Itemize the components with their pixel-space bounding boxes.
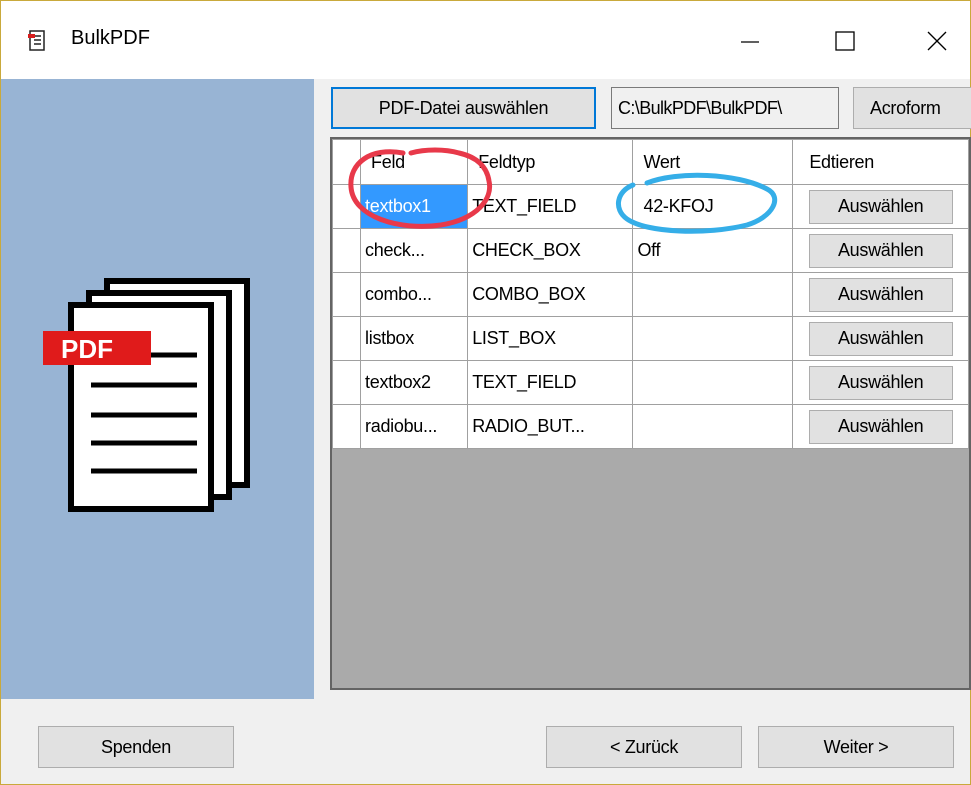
select-button[interactable]: Auswählen: [808, 321, 953, 356]
row-header[interactable]: [332, 272, 362, 317]
cell-feld[interactable]: radiobu...: [360, 404, 469, 449]
cell-feld[interactable]: textbox1: [360, 184, 469, 229]
column-header-edtieren[interactable]: Edtieren: [792, 139, 969, 185]
row-header-corner: [332, 139, 362, 185]
cell-edit: Auswählen: [792, 316, 969, 361]
cell-feldtyp[interactable]: COMBO_BOX: [467, 272, 634, 317]
select-button[interactable]: Auswählen: [808, 365, 953, 400]
title-bar: BulkPDF: [1, 1, 970, 79]
maximize-icon: [835, 31, 855, 51]
cell-feld[interactable]: listbox: [360, 316, 469, 361]
next-button[interactable]: Weiter >: [758, 726, 954, 768]
select-button[interactable]: Auswählen: [808, 189, 953, 224]
cell-feldtyp[interactable]: TEXT_FIELD: [467, 360, 634, 405]
cell-feldtyp[interactable]: LIST_BOX: [467, 316, 634, 361]
donate-button[interactable]: Spenden: [38, 726, 234, 768]
bulkpdf-window: BulkPDF PDF PDF-Datei auswählen C:\BulkP…: [0, 0, 971, 785]
back-button[interactable]: < Zurück: [546, 726, 742, 768]
cell-edit: Auswählen: [792, 228, 969, 273]
select-button[interactable]: Auswählen: [808, 409, 953, 444]
cell-edit: Auswählen: [792, 360, 969, 405]
cell-wert[interactable]: [632, 404, 794, 449]
fields-table: Feld Feldtyp Wert Edtieren textbox1 TEXT…: [332, 139, 969, 449]
row-header[interactable]: [332, 184, 362, 229]
cell-feldtyp[interactable]: TEXT_FIELD: [467, 184, 634, 229]
table-row[interactable]: listbox LIST_BOX Auswählen: [332, 316, 969, 361]
row-header[interactable]: [332, 316, 362, 361]
table-row[interactable]: textbox1 TEXT_FIELD 42-KFOJ Auswählen: [332, 184, 969, 229]
row-header[interactable]: [332, 360, 362, 405]
pdf-path-field[interactable]: C:\BulkPDF\BulkPDF\: [611, 87, 839, 129]
close-button[interactable]: [907, 19, 967, 63]
cell-wert[interactable]: [632, 316, 794, 361]
column-header-feldtyp[interactable]: Feldtyp: [467, 139, 634, 185]
table-row[interactable]: textbox2 TEXT_FIELD Auswählen: [332, 360, 969, 405]
cell-edit: Auswählen: [792, 404, 969, 449]
select-button[interactable]: Auswählen: [808, 233, 953, 268]
minimize-button[interactable]: [719, 19, 779, 63]
cell-edit: Auswählen: [792, 184, 969, 229]
window-title: BulkPDF: [71, 27, 150, 49]
grid-header-row: Feld Feldtyp Wert Edtieren: [332, 139, 969, 185]
select-pdf-button[interactable]: PDF-Datei auswählen: [331, 87, 596, 129]
cell-feld[interactable]: combo...: [360, 272, 469, 317]
cell-feldtyp[interactable]: CHECK_BOX: [467, 228, 634, 273]
left-panel: PDF: [1, 79, 314, 699]
cell-wert[interactable]: Off: [632, 228, 794, 273]
pdf-documents-icon: PDF: [43, 278, 250, 512]
cell-edit: Auswählen: [792, 272, 969, 317]
cell-feld[interactable]: textbox2: [360, 360, 469, 405]
cell-feld[interactable]: check...: [360, 228, 469, 273]
row-header[interactable]: [332, 228, 362, 273]
close-icon: [927, 31, 947, 51]
app-icon: [28, 30, 45, 51]
maximize-button[interactable]: [814, 19, 874, 63]
fields-grid: Feld Feldtyp Wert Edtieren textbox1 TEXT…: [330, 137, 971, 690]
cell-wert[interactable]: [632, 360, 794, 405]
cell-feldtyp[interactable]: RADIO_BUT...: [467, 404, 634, 449]
cell-wert[interactable]: [632, 272, 794, 317]
row-header[interactable]: [332, 404, 362, 449]
cell-wert[interactable]: 42-KFOJ: [632, 184, 794, 229]
table-row[interactable]: radiobu... RADIO_BUT... Auswählen: [332, 404, 969, 449]
acroform-button[interactable]: Acroform: [853, 87, 971, 129]
table-row[interactable]: check... CHECK_BOX Off Auswählen: [332, 228, 969, 273]
column-header-feld[interactable]: Feld: [360, 139, 469, 185]
table-row[interactable]: combo... COMBO_BOX Auswählen: [332, 272, 969, 317]
select-button[interactable]: Auswählen: [808, 277, 953, 312]
column-header-wert[interactable]: Wert: [632, 139, 794, 185]
pdf-logo-text: PDF: [61, 334, 113, 364]
